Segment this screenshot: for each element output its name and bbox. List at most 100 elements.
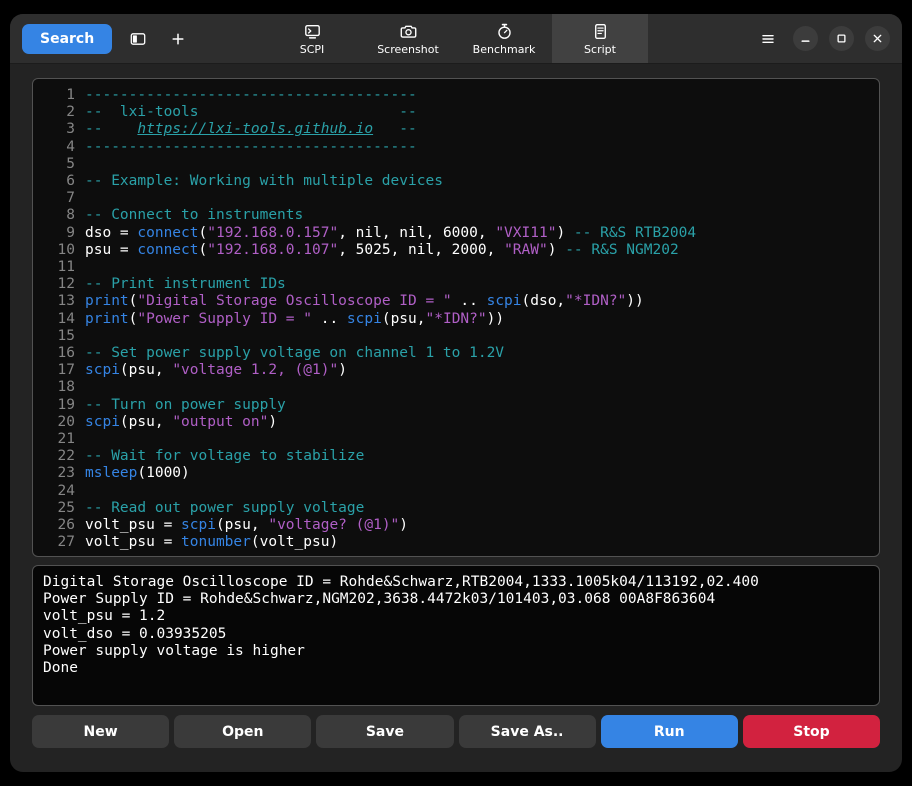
header-left-group: Search: [22, 24, 192, 54]
code-line: 1--------------------------------------: [33, 87, 879, 104]
console-line: Power Supply ID = Rohde&Schwarz,NGM202,3…: [43, 591, 869, 608]
save-button[interactable]: Save: [316, 715, 453, 748]
save-as-button[interactable]: Save As..: [459, 715, 596, 748]
line-number: 26: [33, 517, 85, 534]
code-text: volt_psu = tonumber(volt_psu): [85, 534, 338, 551]
script-icon: [592, 23, 609, 40]
close-icon: [870, 31, 885, 46]
scpi-icon: [304, 23, 321, 40]
code-line: 27volt_psu = tonumber(volt_psu): [33, 534, 879, 551]
code-text: -- https://lxi-tools.github.io --: [85, 121, 417, 138]
tab-label: SCPI: [300, 44, 325, 55]
stop-button[interactable]: Stop: [743, 715, 880, 748]
code-text: --------------------------------------: [85, 139, 417, 156]
code-text: [85, 379, 94, 396]
code-line: 9dso = connect("192.168.0.157", nil, nil…: [33, 225, 879, 242]
line-number: 7: [33, 190, 85, 207]
line-number: 2: [33, 104, 85, 121]
run-button[interactable]: Run: [601, 715, 738, 748]
sidebar-toggle-button[interactable]: [124, 25, 152, 53]
code-text: [85, 156, 94, 173]
code-text: [85, 431, 94, 448]
code-line: 22-- Wait for voltage to stabilize: [33, 448, 879, 465]
code-text: -- Turn on power supply: [85, 397, 286, 414]
output-console[interactable]: Digital Storage Oscilloscope ID = Rohde&…: [32, 565, 880, 706]
code-line: 17scpi(psu, "voltage 1.2, (@1)"): [33, 362, 879, 379]
close-button[interactable]: [865, 26, 890, 51]
code-line: 19-- Turn on power supply: [33, 397, 879, 414]
code-line: 7: [33, 190, 879, 207]
line-number: 3: [33, 121, 85, 138]
tab-screenshot[interactable]: Screenshot: [360, 14, 456, 63]
code-text: psu = connect("192.168.0.107", 5025, nil…: [85, 242, 679, 259]
line-number: 27: [33, 534, 85, 551]
code-text: -- Example: Working with multiple device…: [85, 173, 443, 190]
code-text: -- Connect to instruments: [85, 207, 303, 224]
new-button[interactable]: New: [32, 715, 169, 748]
line-number: 19: [33, 397, 85, 414]
code-text: [85, 328, 94, 345]
action-button-row: NewOpenSaveSave As..RunStop: [32, 715, 880, 748]
code-text: -- Wait for voltage to stabilize: [85, 448, 364, 465]
header-bar: Search SCPI Screenshot Benchmark Script: [10, 14, 902, 64]
tab-scpi[interactable]: SCPI: [264, 14, 360, 63]
code-line: 6-- Example: Working with multiple devic…: [33, 173, 879, 190]
code-text: volt_psu = scpi(psu, "voltage? (@1)"): [85, 517, 408, 534]
maximize-button[interactable]: [829, 26, 854, 51]
code-line: 23msleep(1000): [33, 465, 879, 482]
line-number: 13: [33, 293, 85, 310]
console-line: volt_dso = 0.03935205: [43, 626, 869, 643]
code-line: 2-- lxi-tools --: [33, 104, 879, 121]
line-number: 4: [33, 139, 85, 156]
line-number: 10: [33, 242, 85, 259]
header-right-group: [754, 25, 890, 53]
console-line: volt_psu = 1.2: [43, 608, 869, 625]
hamburger-icon: [760, 31, 776, 47]
code-line: 4--------------------------------------: [33, 139, 879, 156]
tab-script[interactable]: Script: [552, 14, 648, 63]
code-text: -- Set power supply voltage on channel 1…: [85, 345, 504, 362]
main-content: 1--------------------------------------2…: [10, 64, 902, 772]
console-line: Done: [43, 660, 869, 677]
line-number: 6: [33, 173, 85, 190]
sidebar-icon: [130, 31, 146, 47]
code-text: --------------------------------------: [85, 87, 417, 104]
line-number: 5: [33, 156, 85, 173]
line-number: 21: [33, 431, 85, 448]
search-button[interactable]: Search: [22, 24, 112, 54]
tab-benchmark[interactable]: Benchmark: [456, 14, 552, 63]
code-line: 14print("Power Supply ID = " .. scpi(psu…: [33, 311, 879, 328]
line-number: 14: [33, 311, 85, 328]
tab-label: Benchmark: [473, 44, 536, 55]
code-line: 5: [33, 156, 879, 173]
minimize-button[interactable]: [793, 26, 818, 51]
code-text: -- Read out power supply voltage: [85, 500, 364, 517]
open-button[interactable]: Open: [174, 715, 311, 748]
benchmark-icon: [496, 23, 513, 40]
code-line: 10psu = connect("192.168.0.107", 5025, n…: [33, 242, 879, 259]
line-number: 15: [33, 328, 85, 345]
line-number: 11: [33, 259, 85, 276]
script-editor[interactable]: 1--------------------------------------2…: [32, 78, 880, 557]
code-text: [85, 483, 94, 500]
main-menu-button[interactable]: [754, 25, 782, 53]
line-number: 25: [33, 500, 85, 517]
maximize-icon: [834, 31, 849, 46]
code-line: 24: [33, 483, 879, 500]
code-line: 18: [33, 379, 879, 396]
code-text: msleep(1000): [85, 465, 190, 482]
line-number: 16: [33, 345, 85, 362]
line-number: 1: [33, 87, 85, 104]
tab-label: Screenshot: [377, 44, 439, 55]
screen-background: Search SCPI Screenshot Benchmark Script: [0, 0, 912, 786]
add-tab-button[interactable]: [164, 25, 192, 53]
code-line: 21: [33, 431, 879, 448]
line-number: 22: [33, 448, 85, 465]
console-line: Digital Storage Oscilloscope ID = Rohde&…: [43, 574, 869, 591]
line-number: 9: [33, 225, 85, 242]
line-number: 17: [33, 362, 85, 379]
code-line: 12-- Print instrument IDs: [33, 276, 879, 293]
line-number: 12: [33, 276, 85, 293]
code-text: dso = connect("192.168.0.157", nil, nil,…: [85, 225, 696, 242]
code-text: [85, 190, 94, 207]
